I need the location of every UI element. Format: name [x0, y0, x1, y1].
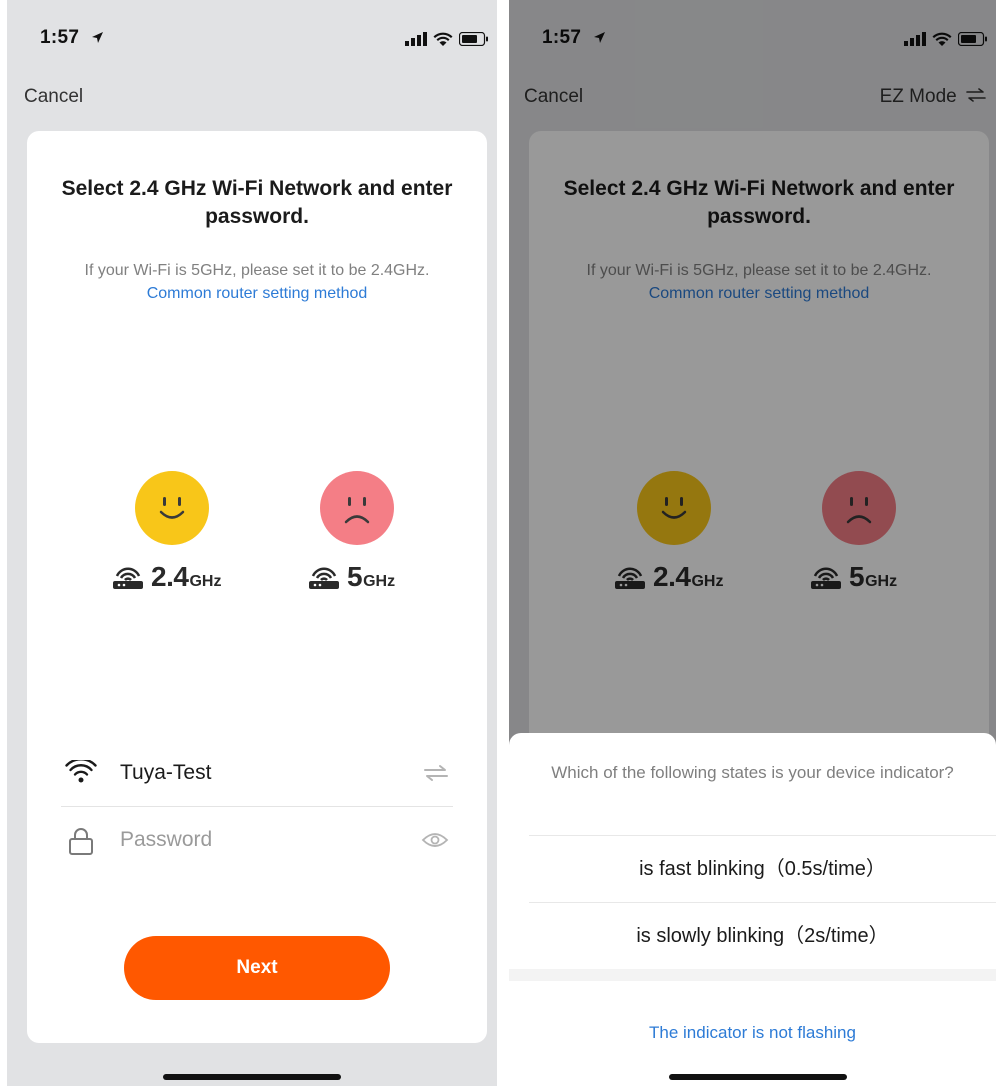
option-slow-blinking[interactable]: is slowly blinking（2s/time）	[529, 902, 996, 969]
wifi-icon	[65, 760, 97, 783]
password-placeholder: Password	[120, 828, 213, 851]
location-arrow-icon	[91, 32, 103, 44]
hint-body: If your Wi-Fi is 5GHz, please set it to …	[84, 262, 430, 279]
ssid-value: Tuya-Test	[120, 761, 212, 784]
band-unit: GHz	[363, 573, 396, 590]
status-icons	[405, 29, 489, 49]
not-flashing-link[interactable]: The indicator is not flashing	[509, 1023, 996, 1043]
happy-face-icon	[135, 471, 209, 545]
router-setting-link[interactable]: Common router setting method	[147, 285, 368, 302]
next-button[interactable]: Next	[124, 936, 390, 1000]
hint-text: If your Wi-Fi is 5GHz, please set it to …	[27, 259, 487, 305]
sad-face-icon	[320, 471, 394, 545]
time-text: 1:57	[40, 27, 80, 48]
band-value: 2.4	[151, 561, 189, 592]
lock-icon	[69, 828, 93, 855]
ssid-field[interactable]: Tuya-Test	[61, 742, 453, 807]
wifi-card: Select 2.4 GHz Wi-Fi Network and enter p…	[27, 131, 487, 1043]
password-field[interactable]: Password	[61, 809, 453, 873]
band-2-4ghz: 2.4 GHz	[111, 561, 221, 593]
swap-icon[interactable]	[423, 764, 449, 782]
wifi-setup-screen: 1:57 Cancel Select 2.4 GHz Wi-Fi Network…	[7, 0, 497, 1086]
home-indicator	[163, 1074, 341, 1080]
status-time: 1:57	[40, 27, 104, 49]
cancel-button[interactable]: Cancel	[24, 86, 83, 108]
sheet-question: Which of the following states is your de…	[551, 763, 954, 782]
band-5ghz: 5 GHz	[307, 561, 395, 593]
eye-icon[interactable]	[421, 831, 449, 849]
indicator-state-screen: 1:57 Cancel EZ Mode Select 2.4 GHz Wi-Fi…	[509, 0, 996, 1086]
battery-icon	[459, 32, 488, 46]
wifi-icon	[433, 32, 453, 46]
status-bar: 1:57	[7, 0, 497, 78]
indicator-action-sheet: Which of the following states is your de…	[509, 733, 996, 1086]
home-indicator	[669, 1074, 847, 1080]
band-unit: GHz	[189, 573, 222, 590]
band-value: 5	[347, 561, 363, 592]
signal-icon	[405, 32, 427, 46]
option-fast-blinking[interactable]: is fast blinking（0.5s/time）	[529, 835, 996, 902]
sheet-divider	[509, 969, 996, 981]
router-icon	[113, 567, 143, 589]
router-icon	[309, 567, 339, 589]
page-title: Select 2.4 GHz Wi-Fi Network and enter p…	[61, 177, 453, 228]
